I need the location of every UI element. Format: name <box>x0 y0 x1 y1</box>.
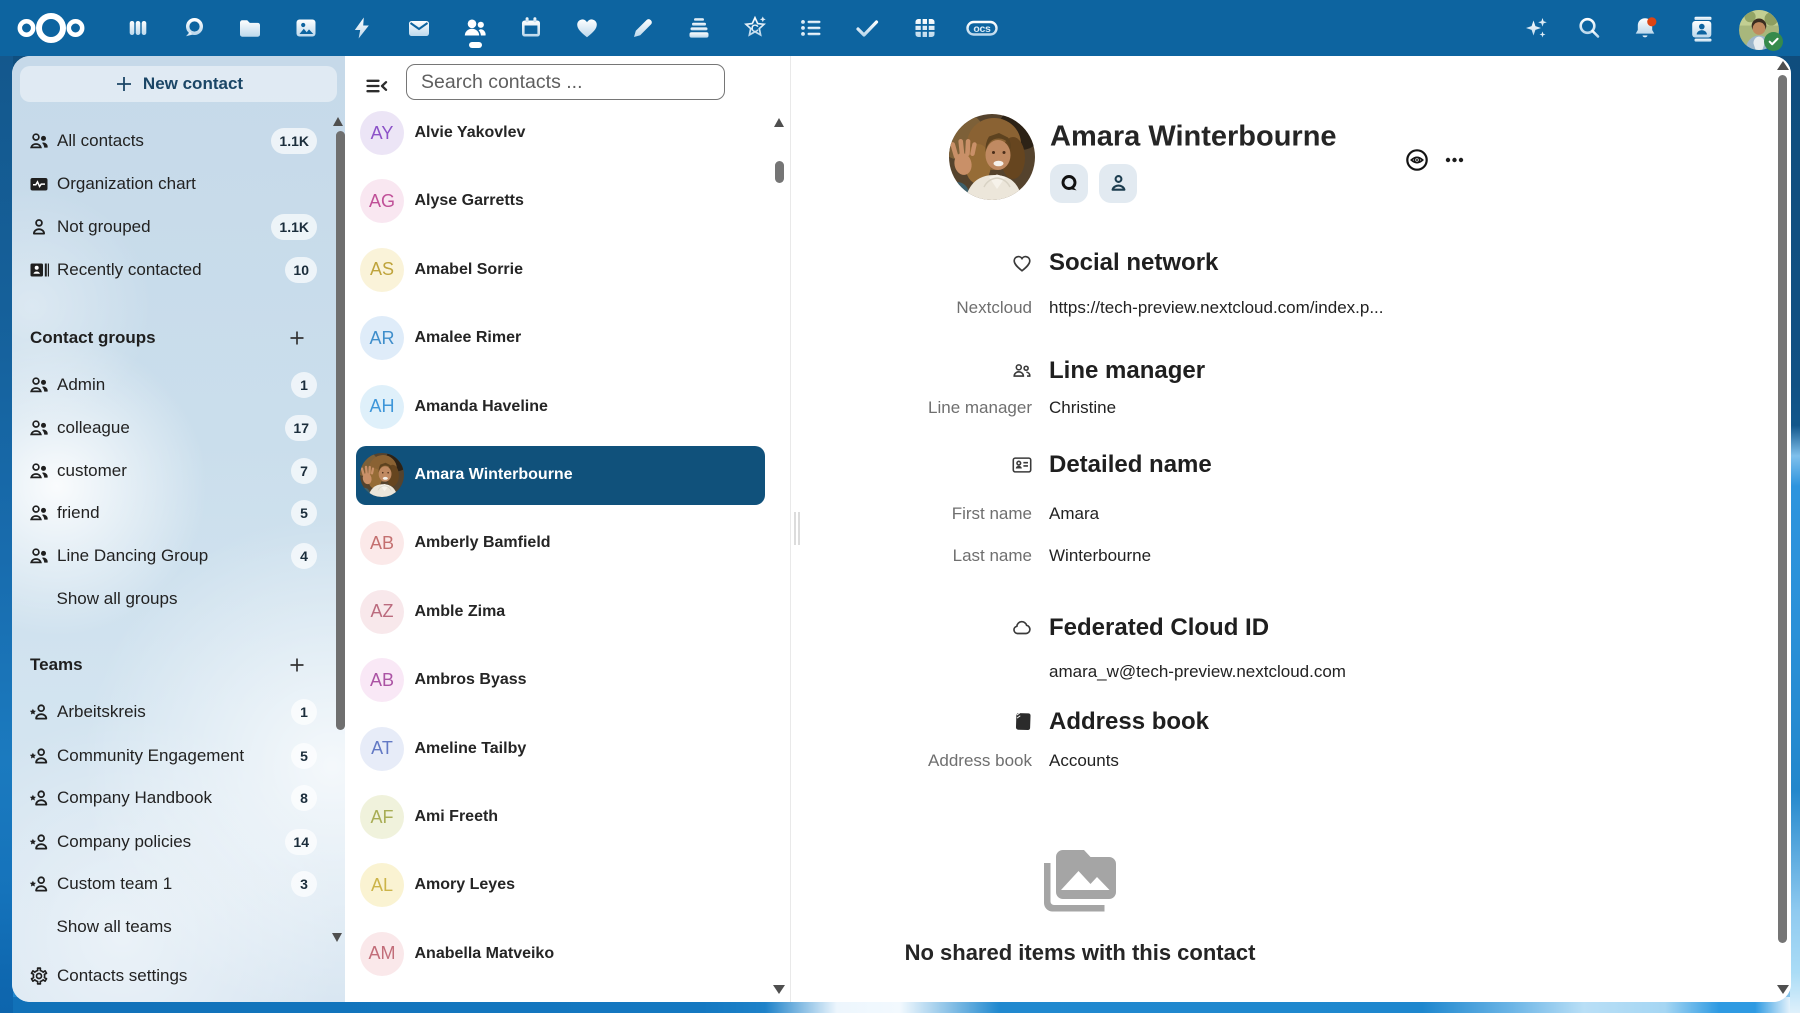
svg-text:C: C <box>751 23 759 35</box>
svg-text:ocs: ocs <box>973 23 991 35</box>
